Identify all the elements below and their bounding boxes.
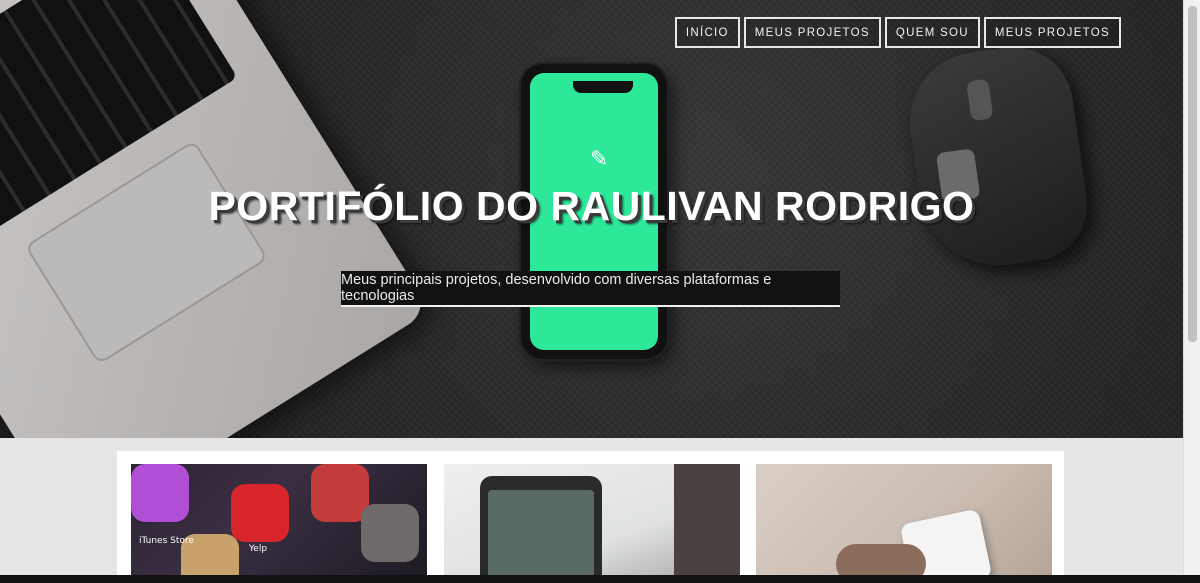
- project-card-2[interactable]: [444, 464, 740, 583]
- project-background-object: [674, 464, 740, 583]
- projects-section: iTunes Store Yelp: [117, 451, 1064, 583]
- mouse-wheel: [966, 78, 994, 122]
- scrollbar-thumb[interactable]: [1188, 6, 1197, 342]
- grey-app-icon: [361, 504, 419, 562]
- phone-notch: [573, 81, 633, 93]
- project-phone-screen: [488, 490, 594, 583]
- mouse-image: [900, 39, 1095, 276]
- nav-item-meus-projetos[interactable]: MEUS PROJETOS: [743, 17, 881, 48]
- page: ✎ INÍCIO MEUS PROJETOS QUEM SOU MEUS PRO…: [0, 0, 1200, 583]
- project-phone-image: [480, 476, 602, 583]
- red-app-icon: [311, 464, 369, 522]
- nav-item-inicio[interactable]: INÍCIO: [674, 17, 740, 48]
- bottom-bar: [0, 575, 1200, 583]
- page-subtitle: Meus principais projetos, desenvolvido c…: [341, 271, 840, 307]
- page-title: PORTIFÓLIO DO RAULIVAN RODRIGO: [208, 183, 975, 229]
- project-card-3[interactable]: [756, 464, 1052, 583]
- top-nav: INÍCIO MEUS PROJETOS QUEM SOU MEUS PROJE…: [674, 17, 1121, 48]
- app-label-itunes: iTunes Store: [139, 536, 194, 546]
- music-app-icon: [131, 464, 189, 522]
- project-card-1[interactable]: iTunes Store Yelp: [131, 464, 427, 583]
- nav-item-quem-sou[interactable]: QUEM SOU: [884, 17, 980, 48]
- app-label-yelp: Yelp: [249, 544, 268, 554]
- nav-item-meus-projetos-2[interactable]: MEUS PROJETOS: [983, 17, 1121, 48]
- feather-icon: ✎: [590, 147, 609, 172]
- hero-banner: ✎ INÍCIO MEUS PROJETOS QUEM SOU MEUS PRO…: [0, 0, 1183, 438]
- scrollbar[interactable]: [1183, 0, 1200, 575]
- yelp-app-icon: [231, 484, 289, 542]
